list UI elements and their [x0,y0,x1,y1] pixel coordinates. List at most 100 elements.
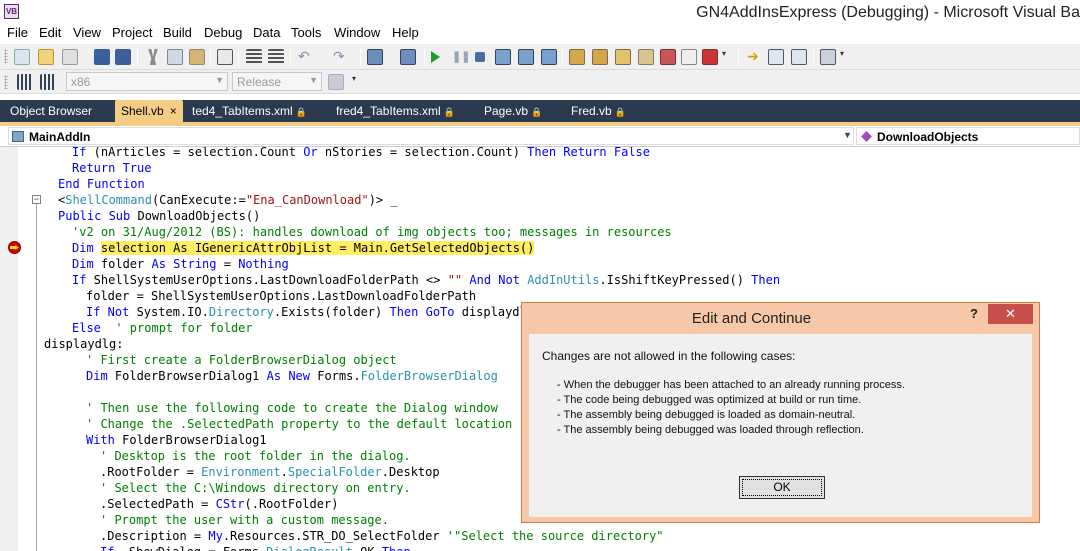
pin-icon[interactable]: 🔒 [296,107,307,117]
cut-icon[interactable] [148,49,158,65]
menu-data[interactable]: Data [253,25,280,40]
close-tab-icon[interactable]: × [170,104,177,118]
save-all-icon[interactable] [115,49,131,65]
pin-icon[interactable]: 🔒 [444,107,455,117]
toolbar-grip[interactable] [4,49,8,63]
class-icon [12,131,24,142]
navigate-forward-icon[interactable] [400,49,416,65]
code-line: If Not System.IO.Directory.Exists(folder… [86,305,534,319]
new-project-icon[interactable] [14,49,30,65]
tab-page-vb[interactable]: Page.vb 🔒 [478,100,548,122]
toolbox-icon[interactable] [638,49,654,65]
tab-label: fred4_TabItems.xml [336,104,441,118]
title-bar: VB GN4AddInsExpress (Debugging) - Micros… [0,0,1080,24]
menu-edit[interactable]: Edit [39,25,61,40]
help-icon[interactable]: ? [970,306,978,321]
tab-fred-vb[interactable]: Fred.vb 🔒 [565,100,632,122]
bookmark-next-icon[interactable] [791,49,807,65]
paste-icon[interactable] [189,49,205,65]
document-tabs: Object Browser Shell.vb × ted4_TabItems.x… [0,100,1080,122]
add-in-tool-icon[interactable] [820,49,836,65]
build-icon[interactable] [328,74,344,90]
output-window-icon[interactable] [681,49,697,65]
uncomment-lines-icon[interactable] [268,49,284,65]
configuration-dropdown[interactable]: Release ▼ [232,72,322,91]
stop-debugging-icon[interactable] [475,52,485,62]
redo-icon[interactable]: ↷ [333,49,349,65]
start-page-icon[interactable] [702,49,718,65]
code-line: Else ' prompt for folder [72,321,253,335]
standard-toolbar: ↶ ↷ ❚❚ ▾ ➔ ▾ [0,44,1080,70]
toolbar-options-chevron-icon-3[interactable]: ▾ [352,74,358,90]
step-over-icon[interactable] [518,49,534,65]
breakpoint-current-statement-icon[interactable] [8,241,21,254]
indicator-margin[interactable] [0,147,18,551]
error-list-icon[interactable] [660,49,676,65]
undo-icon[interactable]: ↶ [298,49,314,65]
navigate-backward-icon[interactable] [367,49,383,65]
menu-window[interactable]: Window [334,25,380,40]
code-line: ' Select the C:\Windows directory on ent… [100,481,411,495]
pin-icon[interactable]: 🔒 [615,107,626,117]
code-line: If ShellSystemUserOptions.LastDownloadFo… [72,273,781,287]
toolbar-options-chevron-icon[interactable]: ▾ [722,49,728,65]
comment-lines-icon[interactable] [246,49,262,65]
dialog-case-item: - The assembly being debugged is loaded … [557,409,856,421]
class-name: MainAddIn [29,130,91,144]
code-line: Return True [72,161,152,175]
find-in-files-icon[interactable] [217,49,233,65]
tab-fred4-tabitems-xml[interactable]: fred4_TabItems.xml 🔒 [330,100,461,122]
solution-explorer-icon[interactable] [569,49,585,65]
menu-tools[interactable]: Tools [291,25,321,40]
chevron-down-icon: ▼ [309,75,318,85]
pin-icon[interactable]: 🔒 [531,107,542,117]
toolbar-grip[interactable] [4,75,8,89]
ok-button[interactable]: OK [739,476,825,499]
code-line: ' Change the .SelectedPath property to t… [86,417,513,431]
step-into-icon[interactable] [495,49,511,65]
chevron-down-icon: ▼ [215,75,224,85]
dialog-body: Changes are not allowed in the following… [529,334,1032,517]
outline-line [36,199,37,551]
menu-project[interactable]: Project [112,25,152,40]
step-out-icon[interactable] [541,49,557,65]
dialog-title: Edit and Continue [691,310,812,327]
bookmark-previous-icon[interactable] [768,49,784,65]
code-line: If (nArticles = selection.Count Or nStor… [72,147,650,159]
code-line: With FolderBrowserDialog1 [86,433,267,447]
object-browser-icon[interactable] [615,49,631,65]
menu-file[interactable]: File [7,25,28,40]
class-dropdown[interactable]: MainAddIn [8,127,854,145]
break-all-icon[interactable]: ❚❚ [452,49,470,65]
platform-dropdown[interactable]: x86 ▼ [66,72,228,91]
properties-window-icon[interactable] [592,49,608,65]
config-manager-icon[interactable] [40,74,56,90]
dialog-title-bar[interactable]: Edit and Continue ? ✕ [522,303,1039,333]
tab-label: Fred.vb [571,104,612,118]
method-icon [861,131,872,142]
open-file-icon[interactable] [38,49,54,65]
platform-config-icon[interactable] [17,74,33,90]
chevron-down-icon[interactable]: ▼ [843,130,852,140]
menu-debug[interactable]: Debug [204,25,242,40]
collapse-icon[interactable]: − [32,195,41,204]
add-item-icon[interactable] [62,49,78,65]
tab-shell-vb[interactable]: Shell.vb × [115,100,183,122]
close-icon[interactable]: ✕ [988,304,1033,324]
menu-help[interactable]: Help [392,25,419,40]
copy-icon[interactable] [167,49,183,65]
toolbar-options-chevron-icon-2[interactable]: ▾ [840,49,846,65]
continue-icon[interactable] [431,51,440,63]
edit-and-continue-dialog: Edit and Continue ? ✕ Changes are not al… [521,302,1040,523]
app-icon[interactable]: VB [4,4,19,19]
code-line-current-statement: Dim selection As IGenericAttrObjList = M… [72,241,535,255]
tab-label: ted4_TabItems.xml [192,104,293,118]
menu-view[interactable]: View [73,25,101,40]
tab-object-browser[interactable]: Object Browser [4,100,98,122]
bookmark-toggle-icon[interactable]: ➔ [747,49,763,65]
code-line: <ShellCommand(CanExecute:="Ena_CanDownlo… [58,193,398,207]
tab-ted4-tabitems-xml[interactable]: ted4_TabItems.xml 🔒 [186,100,313,122]
menu-build[interactable]: Build [163,25,192,40]
save-icon[interactable] [94,49,110,65]
member-dropdown[interactable]: DownloadObjects [856,127,1080,145]
